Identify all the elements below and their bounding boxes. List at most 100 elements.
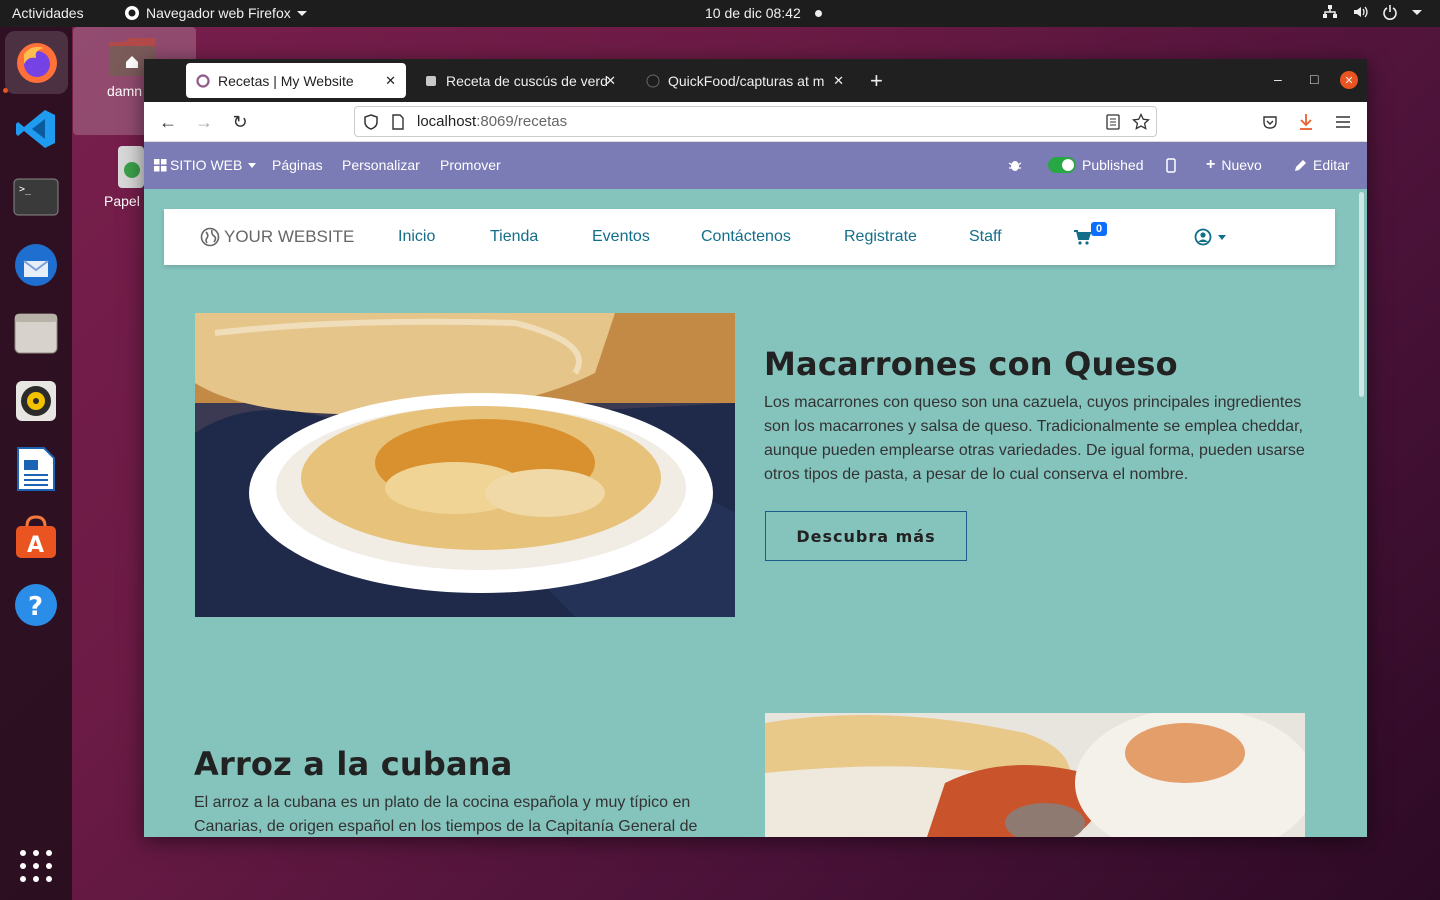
publish-toggle[interactable]: Published: [1048, 157, 1144, 173]
plus-icon: +: [1206, 156, 1216, 173]
dock-files[interactable]: [10, 307, 62, 359]
url-bar[interactable]: localhost:8069/recetas: [354, 106, 1157, 137]
active-indicator: [3, 88, 8, 93]
tab-quickfood[interactable]: QuickFood/capturas at m ✕: [636, 63, 854, 98]
edit-button[interactable]: Editar: [1294, 157, 1350, 173]
site-menu-label: SITIO WEB: [170, 157, 243, 173]
clock[interactable]: 10 de dic 08:42: [705, 5, 822, 21]
app-menu-label: Navegador web Firefox: [146, 5, 291, 21]
maximize-button[interactable]: □: [1310, 71, 1318, 87]
reload-button[interactable]: ↻: [228, 110, 252, 134]
recipe-title: Arroz a la cubana: [194, 745, 513, 783]
new-button[interactable]: + Nuevo: [1206, 156, 1262, 174]
desktop-icon-label: Papel: [104, 193, 140, 209]
firefox-icon: [16, 42, 57, 83]
published-label: Published: [1082, 157, 1144, 173]
macarrones-image: [195, 313, 735, 617]
svg-text:?: ?: [28, 592, 43, 622]
volume-icon: [1354, 6, 1368, 18]
bookmark-star-icon[interactable]: [1132, 113, 1150, 131]
cart-icon: [1074, 230, 1092, 245]
promote-label: Promover: [440, 157, 501, 173]
mobile-preview-button[interactable]: [1166, 158, 1176, 173]
app-menu[interactable]: Navegador web Firefox: [124, 5, 307, 21]
navigation-toolbar: ← → ↻ localhost:8069/recetas: [144, 102, 1367, 142]
page-content: YOUR WEBSITE Inicio Tienda Eventos Contá…: [144, 189, 1355, 837]
dock-vscode[interactable]: [10, 103, 62, 155]
software-center-icon: A: [16, 515, 56, 558]
customize-menu[interactable]: Personalizar: [342, 157, 420, 173]
shield-icon: [364, 114, 378, 130]
debug-button[interactable]: [1008, 158, 1022, 172]
dock-terminal[interactable]: >_: [10, 171, 62, 223]
nav-link-contactenos[interactable]: Contáctenos: [701, 228, 791, 246]
promote-menu[interactable]: Promover: [440, 157, 501, 173]
site-menu[interactable]: SITIO WEB: [154, 157, 257, 173]
close-tab-icon[interactable]: ✕: [833, 73, 844, 89]
dock-thunderbird[interactable]: [10, 239, 62, 291]
pencil-icon: [1295, 159, 1306, 171]
site-logo[interactable]: YOUR WEBSITE: [200, 227, 354, 247]
user-avatar-icon: [1194, 228, 1212, 246]
network-icon: [1323, 5, 1337, 18]
system-tray[interactable]: [1322, 4, 1422, 20]
new-label: Nuevo: [1221, 157, 1262, 173]
close-tab-icon[interactable]: ✕: [605, 73, 616, 89]
menu-icon[interactable]: [1335, 115, 1351, 129]
desktop-trash[interactable]: Papel: [104, 144, 148, 209]
nav-link-tienda[interactable]: Tienda: [490, 228, 538, 246]
globe-icon: [200, 227, 220, 247]
vscode-icon: [16, 110, 55, 148]
close-window-button[interactable]: ✕: [1340, 71, 1358, 89]
nav-link-eventos[interactable]: Eventos: [592, 228, 650, 246]
close-tab-icon[interactable]: ✕: [385, 73, 396, 89]
dock-firefox[interactable]: [5, 31, 68, 94]
minimize-button[interactable]: –: [1274, 71, 1282, 87]
download-icon[interactable]: [1298, 113, 1314, 131]
new-tab-button[interactable]: +: [870, 68, 883, 94]
forward-button[interactable]: →: [192, 110, 216, 134]
tab-recetas[interactable]: Recetas | My Website ✕: [186, 63, 406, 98]
toggle-switch: [1048, 157, 1076, 173]
odoo-favicon-icon: [196, 73, 210, 88]
cart-button[interactable]: 0: [1073, 222, 1108, 250]
tab-cuscus[interactable]: Receta de cuscús de verd ✕: [414, 63, 626, 98]
odoo-admin-bar: SITIO WEB Páginas Personalizar Promover …: [144, 142, 1367, 189]
trash-icon: [118, 146, 144, 188]
show-applications-button[interactable]: [20, 850, 52, 882]
reader-view-icon[interactable]: [1106, 114, 1120, 130]
dock-writer[interactable]: [10, 443, 62, 495]
tab-title: QuickFood/capturas at m: [668, 72, 825, 89]
back-button[interactable]: ←: [156, 110, 180, 134]
nav-link-inicio[interactable]: Inicio: [398, 228, 435, 246]
dock-rhythmbox[interactable]: [10, 375, 62, 427]
recipe-favicon-icon: [426, 75, 436, 86]
system-top-bar: Actividades Navegador web Firefox 10 de …: [0, 0, 1440, 27]
pocket-icon[interactable]: [1262, 114, 1278, 130]
tab-bar: Recetas | My Website ✕ Receta de cuscús …: [144, 59, 1367, 102]
page-icon: [392, 114, 404, 130]
chevron-down-icon: [296, 10, 307, 16]
nav-link-registrate[interactable]: Registrate: [844, 228, 917, 246]
recipe-description: El arroz a la cubana es un plato de la c…: [194, 794, 698, 835]
tab-title: Receta de cuscús de verd: [446, 72, 608, 89]
pages-menu[interactable]: Páginas: [272, 157, 323, 173]
dock-software[interactable]: A: [10, 511, 62, 563]
customize-label: Personalizar: [342, 157, 420, 173]
website-header: YOUR WEBSITE Inicio Tienda Eventos Contá…: [164, 209, 1335, 265]
dock-help[interactable]: ?: [10, 579, 62, 631]
nav-link-staff[interactable]: Staff: [969, 228, 1002, 246]
firefox-small-icon: [125, 6, 139, 20]
notification-dot-icon: [814, 9, 822, 17]
tray-chevron-down-icon: [1412, 9, 1422, 15]
chevron-down-icon: [1218, 234, 1226, 240]
recipe-description: Los macarrones con queso son una cazuela…: [764, 394, 1305, 483]
files-icon: [14, 313, 58, 354]
user-menu[interactable]: [1194, 228, 1226, 246]
discover-more-button[interactable]: Descubra más: [765, 511, 967, 561]
activities-button[interactable]: Actividades: [12, 5, 84, 21]
edit-label: Editar: [1313, 157, 1350, 173]
scrollbar-thumb[interactable]: [1359, 192, 1364, 397]
svg-text:>_: >_: [19, 184, 32, 195]
terminal-icon: >_: [13, 178, 59, 216]
